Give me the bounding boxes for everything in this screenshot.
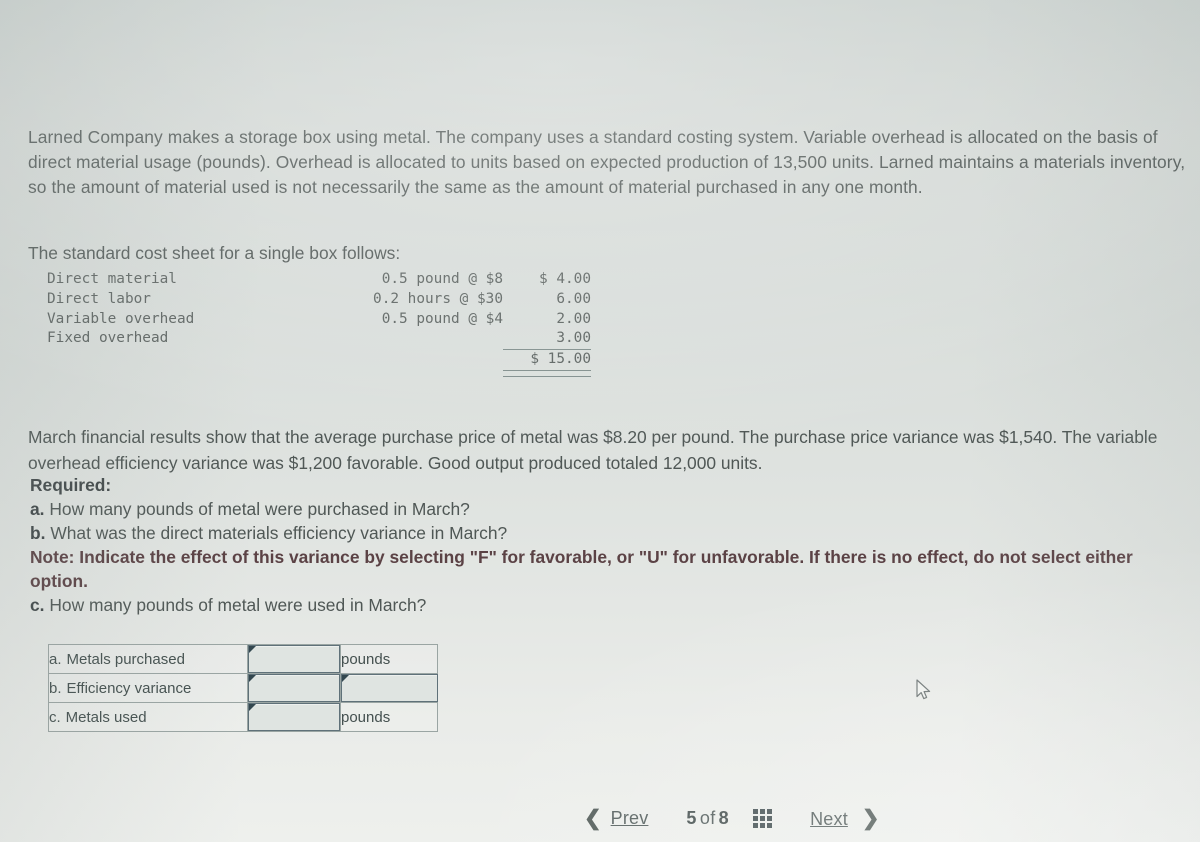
- pagination-nav: ❮ Prev 5 of 8 Next ❯: [575, 806, 889, 831]
- grid-view-icon[interactable]: [753, 809, 773, 828]
- question-a: a. How many pounds of metal were purchas…: [30, 497, 1180, 521]
- cost-sheet-label: Fixed overhead: [47, 330, 169, 347]
- row-letter: b.: [49, 679, 62, 697]
- cost-sheet-row: Fixed overhead 3.00: [47, 329, 591, 349]
- variance-note: Note: Indicate the effect of this varian…: [30, 547, 1133, 591]
- cost-sheet-amount: $ 4.00: [539, 271, 591, 287]
- cost-sheet-spec: [365, 329, 503, 349]
- cost-sheet-spec: 0.5 pound @ $4: [381, 310, 503, 327]
- question-a-text: How many pounds of metal were purchased …: [49, 499, 470, 519]
- chevron-left-icon[interactable]: ❮: [575, 806, 611, 831]
- question-page: Larned Company makes a storage box using…: [0, 0, 1200, 842]
- answer-unit-c: pounds: [340, 702, 438, 732]
- cost-sheet-amount: 2.00: [556, 310, 591, 327]
- answer-row-label-a: a. Metals purchased: [48, 644, 248, 674]
- spacer-cell: [365, 350, 503, 371]
- answer-unit-cell-b: [340, 673, 438, 703]
- row-label-text: Metals used: [65, 708, 147, 726]
- answer-input-cell-a: [247, 644, 341, 674]
- table-row: b. Efficiency variance: [48, 673, 438, 703]
- row-letter: a.: [49, 650, 62, 668]
- page-total: 8: [718, 808, 730, 828]
- question-b-letter: b.: [30, 523, 46, 543]
- answer-unit-a: pounds: [340, 644, 438, 674]
- cost-sheet-row: Direct material 0.5 pound @ $8 $ 4.00: [47, 270, 591, 290]
- grid-cell: [753, 809, 759, 814]
- grid-cell: [767, 823, 773, 828]
- march-results-paragraph: March financial results show that the av…: [28, 427, 1158, 473]
- double-underline: [503, 369, 591, 377]
- next-button[interactable]: Next: [810, 809, 848, 829]
- mouse-pointer-icon: [916, 679, 931, 700]
- question-a-letter: a.: [30, 499, 45, 519]
- page-of-label: of: [699, 808, 716, 828]
- question-c-letter: c.: [30, 595, 45, 615]
- question-c-text: How many pounds of metal were used in Ma…: [49, 595, 427, 615]
- answer-input-cell-c: [247, 702, 341, 732]
- grid-cell: [760, 809, 766, 814]
- grid-cell: [760, 823, 766, 828]
- question-b-text: What was the direct materials efficiency…: [50, 523, 508, 543]
- required-section: Required: a. How many pounds of metal we…: [30, 473, 1180, 617]
- spacer-cell: [47, 370, 365, 376]
- question-b: b. What was the direct materials efficie…: [30, 521, 1180, 545]
- grid-cell: [753, 816, 759, 821]
- standard-cost-sheet: Direct material 0.5 pound @ $8 $ 4.00 Di…: [47, 270, 591, 377]
- cost-sheet-amount: 6.00: [556, 290, 591, 307]
- chevron-right-icon[interactable]: ❯: [853, 807, 889, 830]
- answer-input-cell-b: [247, 673, 341, 703]
- grid-cell: [767, 809, 773, 814]
- intro-paragraph: Larned Company makes a storage box using…: [28, 127, 1186, 198]
- cost-sheet-double-rule-row: [47, 369, 591, 377]
- answer-table: a. Metals purchased pounds b. Efficiency v…: [48, 644, 438, 732]
- row-label-text: Efficiency variance: [66, 679, 192, 697]
- answer-row-label-b: b. Efficiency variance: [48, 673, 248, 703]
- page-current: 5: [686, 808, 697, 828]
- required-heading: Required:: [30, 475, 112, 495]
- spacer-cell: [47, 350, 365, 371]
- cost-sheet-spec: 0.2 hours @ $30: [373, 290, 503, 307]
- metals-used-input[interactable]: [248, 703, 340, 731]
- efficiency-variance-input[interactable]: [248, 674, 340, 702]
- cost-sheet-amount: 3.00: [556, 330, 591, 347]
- cost-sheet-label: Variable overhead: [47, 310, 195, 327]
- answer-row-label-c: c. Metals used: [48, 702, 248, 732]
- row-label-text: Metals purchased: [66, 650, 185, 668]
- grid-cell: [760, 816, 766, 821]
- page-counter: 5 of 8: [648, 808, 739, 829]
- question-c: c. How many pounds of metal were used in…: [30, 593, 1180, 617]
- metals-purchased-input[interactable]: [248, 645, 340, 673]
- grid-cell: [767, 816, 773, 821]
- answer-table-wrapper: a. Metals purchased pounds b. Efficiency v…: [48, 644, 438, 732]
- row-letter: c.: [49, 708, 61, 726]
- cost-sheet-total-row: $ 15.00: [47, 349, 591, 371]
- cost-sheet-label: Direct labor: [47, 290, 151, 307]
- cost-sheet-row: Variable overhead 0.5 pound @ $4 2.00: [47, 310, 591, 330]
- cost-sheet-spec: 0.5 pound @ $8: [381, 271, 503, 287]
- table-row: c. Metals used pounds: [48, 702, 438, 732]
- spacer-cell: [365, 370, 503, 376]
- next-button-wrap: Next ❯: [808, 806, 888, 831]
- cost-sheet-label: Direct material: [47, 271, 177, 287]
- prev-button[interactable]: Prev: [611, 808, 649, 829]
- cost-sheet-lead-in: The standard cost sheet for a single box…: [28, 243, 401, 264]
- cost-sheet-total: $ 15.00: [503, 349, 591, 371]
- table-row: a. Metals purchased pounds: [48, 644, 438, 674]
- grid-cell: [753, 823, 759, 828]
- favorable-unfavorable-select[interactable]: [341, 674, 438, 702]
- cost-sheet-row: Direct labor 0.2 hours @ $30 6.00: [47, 290, 591, 310]
